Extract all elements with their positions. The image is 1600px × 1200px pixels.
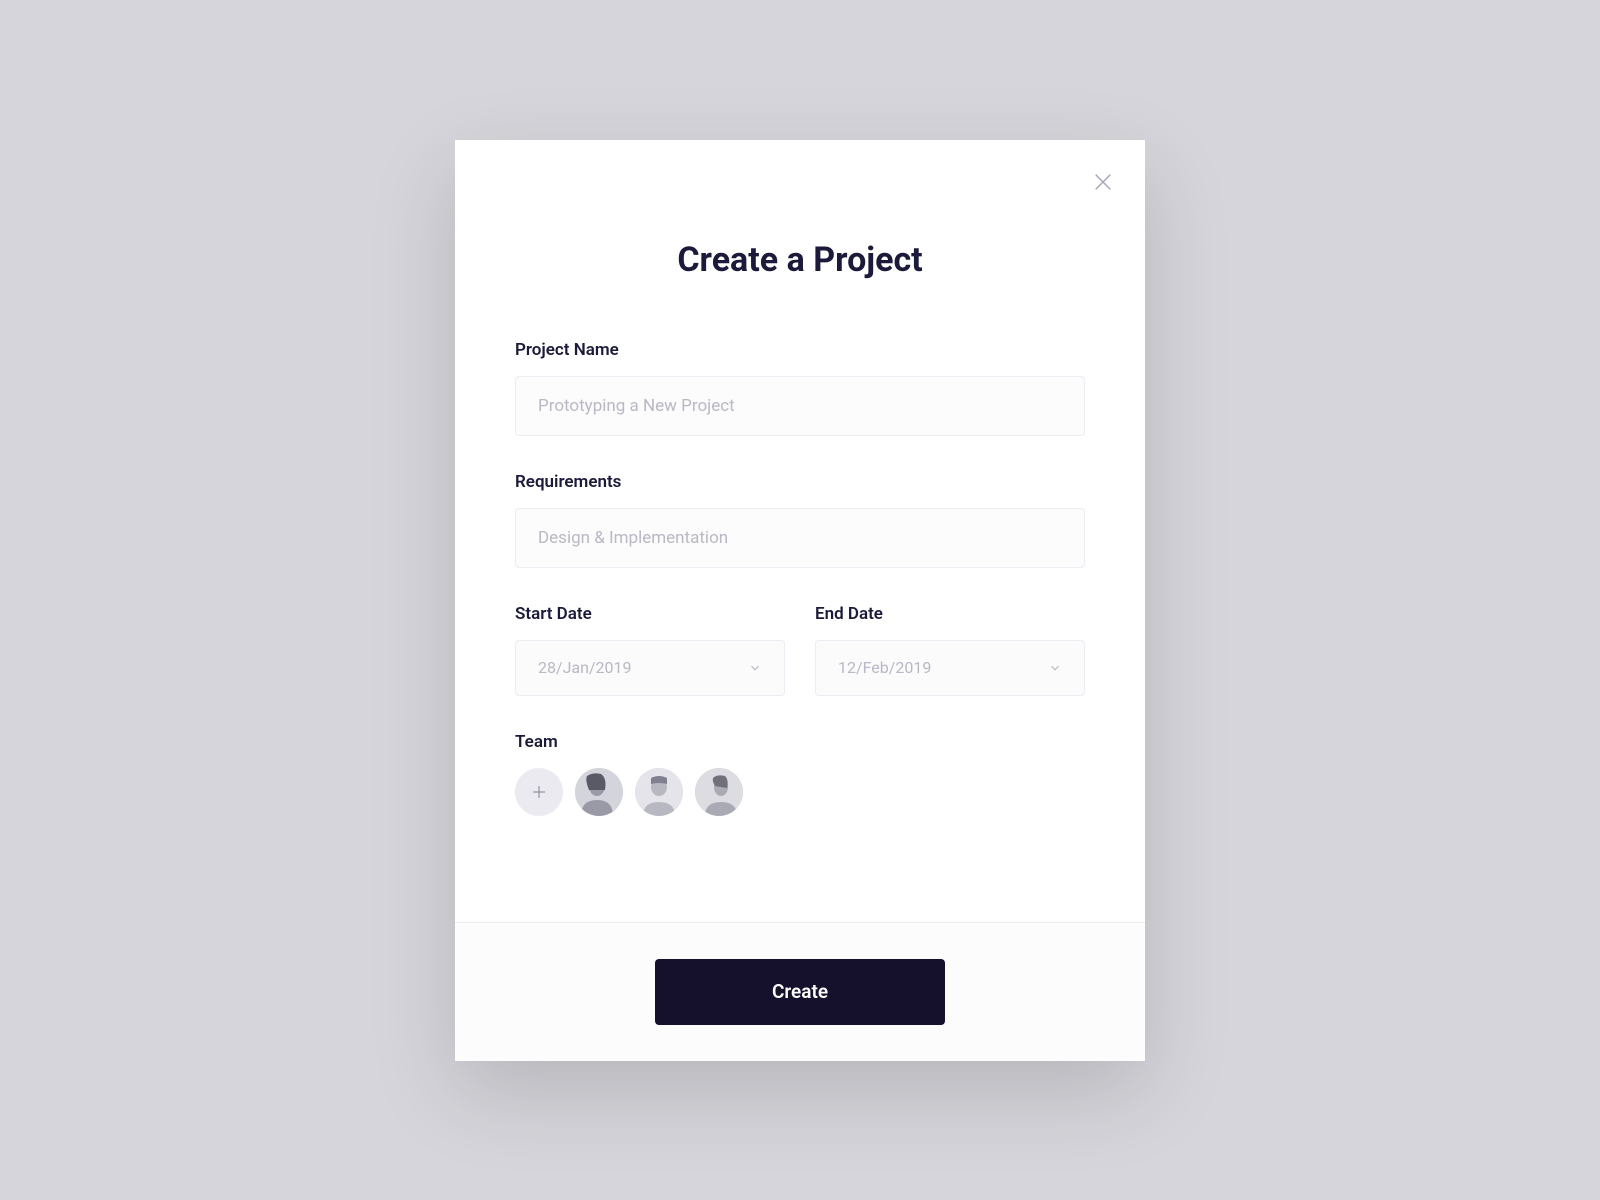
date-row: Start Date 28/Jan/2019 End Date 12/Feb/2… bbox=[515, 604, 1085, 696]
end-date-group: End Date 12/Feb/2019 bbox=[815, 604, 1085, 696]
avatar[interactable] bbox=[635, 768, 683, 816]
avatar[interactable] bbox=[695, 768, 743, 816]
start-date-group: Start Date 28/Jan/2019 bbox=[515, 604, 785, 696]
team-label: Team bbox=[515, 732, 1085, 752]
requirements-input[interactable] bbox=[515, 508, 1085, 568]
create-button[interactable]: Create bbox=[655, 959, 945, 1025]
requirements-group: Requirements bbox=[515, 472, 1085, 568]
project-name-label: Project Name bbox=[515, 340, 1085, 360]
plus-icon bbox=[530, 783, 548, 801]
create-project-modal: Create a Project Project Name Requiremen… bbox=[455, 140, 1145, 1061]
modal-title: Create a Project bbox=[515, 240, 1085, 280]
start-date-value: 28/Jan/2019 bbox=[538, 658, 632, 677]
close-button[interactable] bbox=[1089, 168, 1117, 196]
person-icon bbox=[575, 768, 623, 816]
end-date-select[interactable]: 12/Feb/2019 bbox=[815, 640, 1085, 696]
close-icon bbox=[1092, 171, 1114, 193]
person-icon bbox=[695, 768, 743, 816]
add-member-button[interactable] bbox=[515, 768, 563, 816]
project-name-group: Project Name bbox=[515, 340, 1085, 436]
team-group: Team bbox=[515, 732, 1085, 816]
end-date-value: 12/Feb/2019 bbox=[838, 658, 931, 677]
person-icon bbox=[635, 768, 683, 816]
start-date-label: Start Date bbox=[515, 604, 785, 624]
requirements-label: Requirements bbox=[515, 472, 1085, 492]
start-date-select[interactable]: 28/Jan/2019 bbox=[515, 640, 785, 696]
project-name-input[interactable] bbox=[515, 376, 1085, 436]
chevron-down-icon bbox=[748, 661, 762, 675]
avatar[interactable] bbox=[575, 768, 623, 816]
team-row bbox=[515, 768, 1085, 816]
chevron-down-icon bbox=[1048, 661, 1062, 675]
end-date-label: End Date bbox=[815, 604, 1085, 624]
modal-footer: Create bbox=[455, 922, 1145, 1061]
modal-body: Create a Project Project Name Requiremen… bbox=[455, 140, 1145, 922]
